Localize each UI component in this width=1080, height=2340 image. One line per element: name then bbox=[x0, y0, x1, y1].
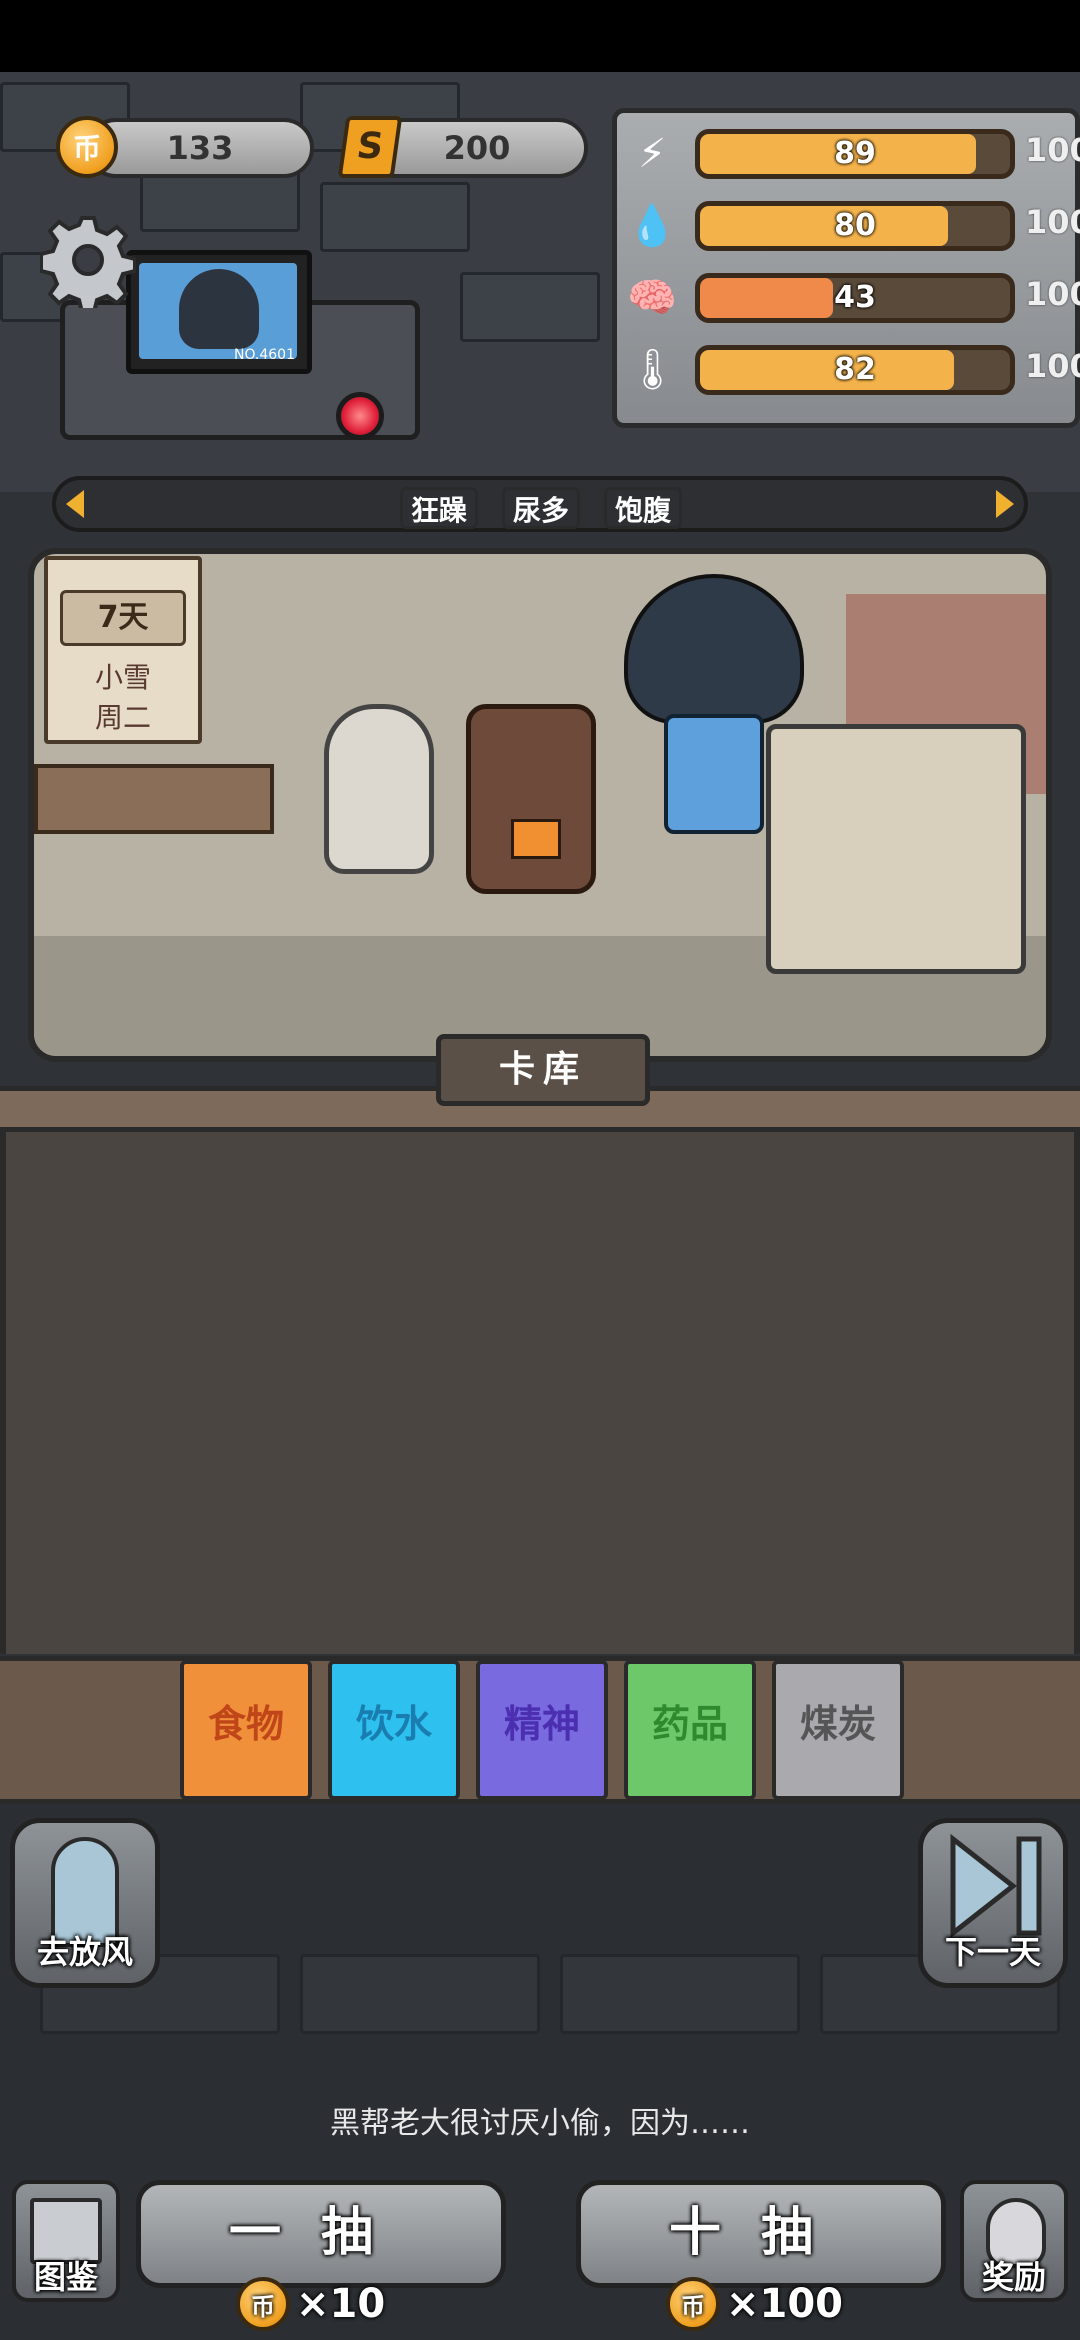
stat-max: 100 bbox=[1025, 203, 1080, 241]
coal-stove bbox=[466, 704, 596, 894]
stat-bar: 89 bbox=[695, 129, 1015, 179]
stat-max: 100 bbox=[1025, 131, 1080, 169]
stat-max: 100 bbox=[1025, 275, 1080, 313]
day-calendar: 7天 小雪 周二 bbox=[44, 556, 202, 744]
monitor-screen: NO.4601 bbox=[126, 250, 312, 374]
thermometer-icon: 🌡 bbox=[627, 347, 678, 393]
stat-bar: 43 bbox=[695, 273, 1015, 323]
next-day-label: 下一天 bbox=[944, 1933, 1041, 1971]
bed bbox=[766, 724, 1026, 974]
stat-bar: 82 bbox=[695, 345, 1015, 395]
prisoner-body bbox=[664, 714, 764, 834]
tab-medicine[interactable]: 药品 bbox=[624, 1660, 756, 1800]
settings-gear-icon[interactable] bbox=[39, 212, 137, 314]
status-tag-manic: 狂躁 bbox=[400, 487, 479, 529]
next-day-icon bbox=[950, 1833, 1042, 1939]
status-tag-full: 饱腹 bbox=[604, 487, 683, 529]
stat-bar: 80 bbox=[695, 201, 1015, 251]
tab-spirit[interactable]: 精神 bbox=[476, 1660, 608, 1800]
wooden-table bbox=[34, 764, 274, 834]
stat-value: 43 bbox=[834, 280, 876, 315]
status-tag-bar: 狂躁 尿多 饱腹 bbox=[52, 476, 1028, 532]
stove-fire bbox=[511, 819, 561, 859]
prisoner-id: NO.4601 bbox=[233, 347, 295, 363]
stat-value: 82 bbox=[834, 352, 876, 387]
prisoner-portrait bbox=[179, 269, 259, 349]
energy-icon: ⚡ bbox=[637, 131, 667, 177]
catalog-label: 图鉴 bbox=[33, 2258, 98, 2296]
premium-currency-icon: S bbox=[337, 116, 403, 178]
coin-icon: 币 bbox=[56, 116, 118, 178]
coin-icon: 币 bbox=[666, 2277, 720, 2331]
stat-value: 80 bbox=[834, 208, 876, 243]
reward-button[interactable]: 奖励 bbox=[960, 2180, 1068, 2302]
card-library-title: 卡库 bbox=[436, 1034, 650, 1106]
stats-board: ⚡ 89 100 💧 80 100 🧠 43 100 🌡 82 100 bbox=[612, 108, 1080, 428]
red-alarm-light bbox=[336, 392, 384, 440]
tab-food[interactable]: 食物 bbox=[180, 1660, 312, 1800]
day-count: 7天 bbox=[60, 590, 186, 646]
coin-count: 133 bbox=[166, 129, 234, 167]
catalog-button[interactable]: 图鉴 bbox=[12, 2180, 120, 2302]
top-bar bbox=[0, 0, 1080, 72]
card-table bbox=[0, 1132, 1080, 1654]
draw-ten-cost-value: ×100 bbox=[726, 2281, 844, 2327]
gem-count: 200 bbox=[443, 129, 511, 167]
status-tag-frequent-urination: 尿多 bbox=[502, 487, 581, 529]
draw-one-cost: 币 ×10 bbox=[236, 2276, 385, 2332]
prev-arrow-icon[interactable] bbox=[66, 490, 84, 518]
draw-ten-cost: 币 ×100 bbox=[666, 2276, 843, 2332]
stat-row: 🌡 82 100 bbox=[627, 339, 1080, 401]
prisoner-hair bbox=[624, 574, 804, 724]
stat-row: 💧 80 100 bbox=[627, 195, 1080, 257]
water-drop-icon: 💧 bbox=[627, 203, 677, 249]
reward-label: 奖励 bbox=[981, 2258, 1046, 2296]
coin-icon: 币 bbox=[236, 2277, 290, 2331]
weather-label: 小雪 bbox=[94, 661, 151, 694]
stat-row: ⚡ 89 100 bbox=[627, 123, 1080, 185]
draw-one-cost-value: ×10 bbox=[296, 2281, 386, 2327]
tab-water[interactable]: 饮水 bbox=[328, 1660, 460, 1800]
next-day-button[interactable]: 下一天 bbox=[918, 1818, 1068, 1988]
draw-ten-button[interactable]: 十抽 bbox=[576, 2180, 946, 2288]
stat-value: 89 bbox=[834, 136, 876, 171]
portrait-screen bbox=[139, 263, 297, 359]
go-out-label: 去放风 bbox=[36, 1933, 133, 1971]
draw-one-button[interactable]: 一抽 bbox=[136, 2180, 506, 2288]
stat-max: 100 bbox=[1025, 347, 1080, 385]
coin-counter: 133 bbox=[86, 118, 314, 178]
next-arrow-icon[interactable] bbox=[996, 490, 1014, 518]
hint-text: 黑帮老大很讨厌小偷，因为…… bbox=[330, 2106, 750, 2141]
weekday-label: 周二 bbox=[94, 701, 151, 734]
tab-coal[interactable]: 煤炭 bbox=[772, 1660, 904, 1800]
stat-row: 🧠 43 100 bbox=[627, 267, 1080, 329]
brain-icon: 🧠 bbox=[627, 275, 677, 321]
go-out-button[interactable]: 去放风 bbox=[10, 1818, 160, 1988]
toilet bbox=[324, 704, 434, 874]
